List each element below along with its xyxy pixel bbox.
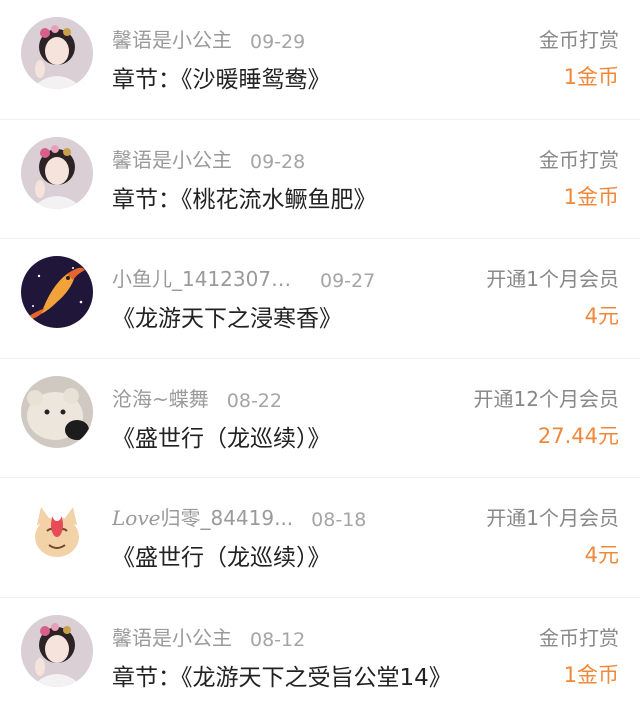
avatar[interactable]: [21, 136, 93, 209]
work-title[interactable]: 《盛世行（龙巡续）》: [112, 538, 331, 572]
avatar[interactable]: [21, 614, 93, 687]
record-type: 开通1个月会员: [486, 506, 619, 530]
plush-bear-avatar-icon: [21, 375, 93, 448]
record-date: 09-29: [250, 31, 306, 53]
reward-record-list: 馨语是小公主 09-29 章节：《沙暖睡鸳鸯》 金币打赏 1金币 馨语是小公主 09…: [0, 0, 640, 717]
list-item[interactable]: Love归零_84419... 08-18 《盛世行（龙巡续）》 开通1个月会员 …: [0, 478, 640, 598]
work-title[interactable]: 章节：《龙游天下之受旨公堂14》: [112, 658, 452, 692]
list-item[interactable]: 小鱼儿_14123070... 09-27 《龙游天下之浸寒香》 开通1个月会员 …: [0, 239, 640, 359]
avatar[interactable]: [21, 495, 93, 567]
work-title[interactable]: 章节：《桃花流水鳜鱼肥》: [112, 180, 377, 214]
meta-line: 沧海~蝶舞 08-22: [112, 383, 282, 412]
record-type: 金币打赏: [539, 147, 619, 172]
user-name-text: 归零_84419...: [160, 506, 294, 530]
cartoon-cat-avatar-icon: [21, 495, 93, 567]
goldfish-avatar-icon: [21, 256, 93, 328]
record-type: 开通1个月会员: [486, 267, 619, 291]
record-amount: 4元: [584, 543, 619, 567]
user-name[interactable]: 馨语是小公主: [112, 144, 232, 173]
meta-line: 馨语是小公主 09-29: [112, 24, 305, 53]
record-amount: 27.44元: [537, 423, 619, 448]
record-type: 金币打赏: [539, 28, 619, 52]
user-name[interactable]: 馨语是小公主: [112, 622, 232, 651]
list-item[interactable]: 馨语是小公主 08-12 章节：《龙游天下之受旨公堂14》 金币打赏 1金币: [0, 598, 640, 718]
princess-avatar-icon: [21, 17, 93, 89]
record-amount: 1金币: [563, 65, 619, 89]
user-name[interactable]: 沧海~蝶舞: [112, 383, 209, 412]
princess-avatar-icon: [21, 614, 93, 687]
list-item[interactable]: 馨语是小公主 09-28 章节：《桃花流水鳜鱼肥》 金币打赏 1金币: [0, 120, 640, 239]
record-type: 金币打赏: [539, 625, 619, 650]
meta-line: Love归零_84419... 08-18: [112, 502, 366, 531]
user-name-prefix: Love: [112, 506, 161, 530]
meta-line: 小鱼儿_14123070... 09-27: [112, 263, 375, 292]
record-amount: 4元: [584, 304, 619, 328]
list-item[interactable]: 沧海~蝶舞 08-22 《盛世行（龙巡续）》 开通12个月会员 27.44元: [0, 359, 640, 478]
princess-avatar-icon: [21, 136, 93, 209]
record-date: 08-12: [250, 628, 306, 651]
work-title[interactable]: 《盛世行（龙巡续）》: [112, 419, 331, 453]
record-date: 08-22: [226, 389, 282, 412]
meta-line: 馨语是小公主 09-28: [112, 144, 305, 173]
avatar[interactable]: [21, 17, 93, 89]
user-name[interactable]: Love归零_84419...: [112, 502, 293, 531]
meta-line: 馨语是小公主 08-12: [112, 622, 305, 651]
avatar[interactable]: [21, 375, 93, 448]
list-item[interactable]: 馨语是小公主 09-29 章节：《沙暖睡鸳鸯》 金币打赏 1金币: [0, 0, 640, 120]
work-title[interactable]: 《龙游天下之浸寒香》: [112, 299, 342, 333]
record-amount: 1金币: [563, 662, 619, 687]
user-name[interactable]: 馨语是小公主: [112, 24, 232, 53]
record-amount: 1金币: [563, 184, 619, 209]
record-date: 08-18: [311, 509, 367, 531]
record-type: 开通12个月会员: [473, 386, 619, 411]
work-title[interactable]: 章节：《沙暖睡鸳鸯》: [112, 60, 331, 94]
user-name[interactable]: 小鱼儿_14123070...: [112, 263, 302, 292]
avatar[interactable]: [21, 256, 93, 328]
record-date: 09-27: [320, 270, 376, 292]
record-date: 09-28: [250, 150, 306, 173]
